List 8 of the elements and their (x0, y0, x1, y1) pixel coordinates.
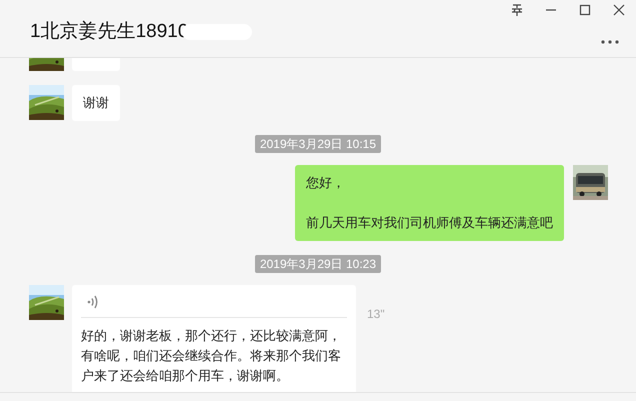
voice-duration: 13" (367, 306, 385, 323)
voice-icon[interactable] (87, 295, 99, 309)
message-bubble: 谢谢 (72, 85, 120, 121)
timestamp: 2019年3月29日 10:23 (254, 255, 382, 273)
timestamp: 2019年3月29日 10:15 (254, 135, 382, 153)
message-text: 您好， (306, 174, 346, 192)
message-text: 前几天用车对我们司机师傅及车辆还满意吧 (306, 214, 553, 232)
voice-transcript: 好的，谢谢老板，那个还行，还比较满意阿，有啥呢，咱们还会继续合作。将来那个我们客户来了还会给咱那个用车，谢谢啊。 (81, 327, 342, 385)
